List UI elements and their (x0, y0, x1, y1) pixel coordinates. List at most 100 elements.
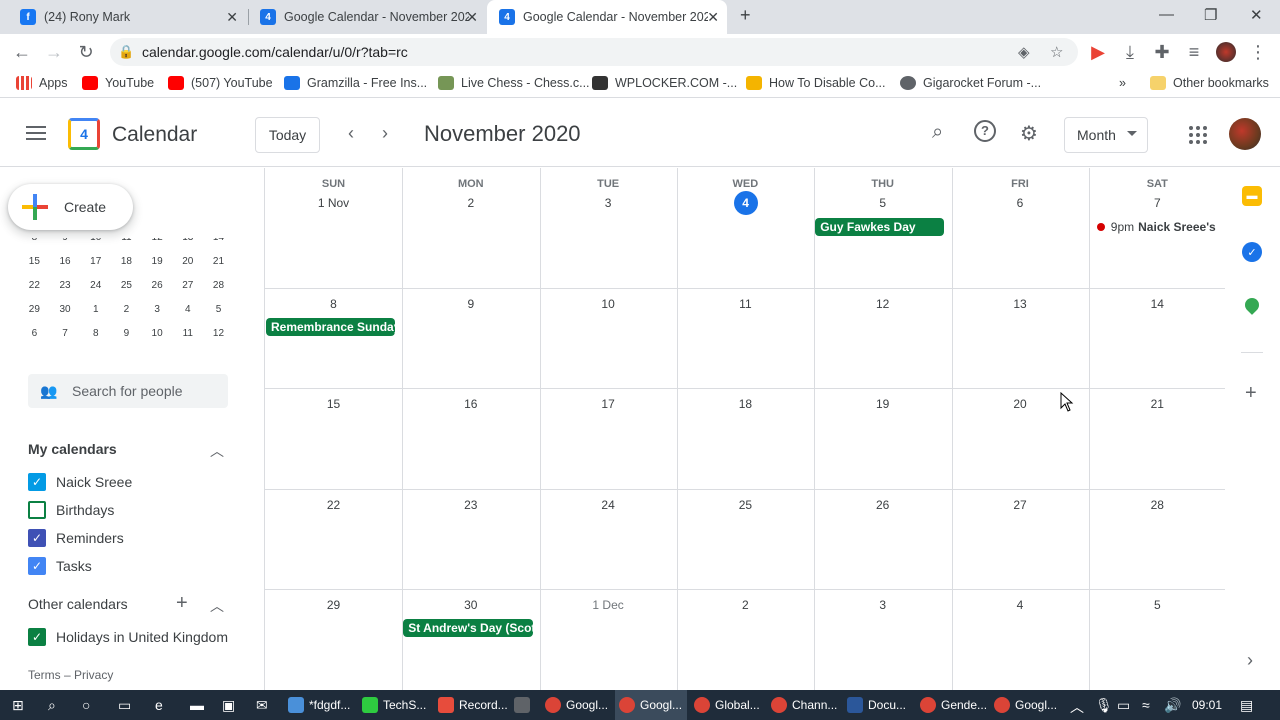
mini-day[interactable]: 11 (111, 238, 142, 250)
my-calendars-heading[interactable]: My calendars (28, 441, 117, 457)
taskbar-app[interactable]: Googl... (615, 690, 687, 720)
day-cell[interactable] (402, 168, 539, 288)
calendar-item-holidays-uk[interactable]: ✓ Holidays in United Kingdom (28, 628, 228, 646)
taskbar-app[interactable]: TechS... (358, 690, 432, 720)
notifications-icon[interactable]: ▤ (1240, 697, 1253, 714)
address-bar[interactable]: 🔒 calendar.google.com/calendar/u/0/r?tab… (110, 38, 1078, 66)
previous-month-icon[interactable]: ‹ (348, 123, 354, 144)
day-number[interactable]: 30 (402, 598, 539, 612)
mini-day[interactable]: 24 (80, 274, 111, 298)
view-selector[interactable]: Month (1064, 117, 1148, 153)
day-number[interactable]: 12 (814, 297, 951, 311)
battery-icon[interactable]: ▭ (1117, 697, 1130, 714)
install-icon[interactable]: ◈ (1018, 43, 1030, 61)
google-apps-icon[interactable] (1189, 126, 1207, 144)
bookmark-how-to-disable[interactable]: How To Disable Co... (746, 76, 886, 90)
checkbox-unchecked-icon[interactable] (28, 501, 46, 519)
taskbar-app[interactable]: Googl... (541, 690, 613, 720)
day-number[interactable]: 9 (402, 297, 539, 311)
mini-day[interactable]: 12 (203, 322, 234, 346)
event-chip[interactable]: Guy Fawkes Day (815, 218, 945, 236)
mini-day[interactable]: 14 (203, 238, 234, 250)
settings-gear-icon[interactable]: ⚙ (1020, 121, 1038, 146)
day-cell[interactable] (265, 168, 402, 288)
taskbar-app[interactable]: *fdgdf... (284, 690, 356, 720)
mini-day[interactable]: 22 (19, 274, 50, 298)
day-cell[interactable] (952, 168, 1089, 288)
tasks-icon[interactable]: ✓ (1242, 242, 1262, 262)
search-icon[interactable]: ⌕ (48, 697, 56, 714)
more-bookmarks-button[interactable]: » (1119, 76, 1126, 90)
mini-day[interactable]: 10 (80, 238, 111, 250)
mini-day[interactable]: 7 (50, 322, 81, 346)
day-number[interactable]: 21 (1089, 397, 1226, 411)
day-cell[interactable] (677, 168, 814, 288)
mini-day[interactable]: 30 (50, 298, 81, 322)
mini-day[interactable]: 19 (142, 250, 173, 274)
bookmark-chess[interactable]: Live Chess - Chess.c... (438, 76, 590, 90)
close-tab-icon[interactable]: ✕ (707, 9, 719, 26)
forward-icon[interactable]: → (44, 42, 64, 63)
star-icon[interactable]: ☆ (1050, 43, 1063, 61)
day-number[interactable]: 17 (540, 397, 677, 411)
other-bookmarks-folder[interactable]: Other bookmarks (1150, 76, 1269, 90)
mini-day[interactable]: 1 (80, 298, 111, 322)
mini-day[interactable]: 27 (172, 274, 203, 298)
bookmark-gramzilla[interactable]: Gramzilla - Free Ins... (284, 76, 427, 90)
mini-day[interactable]: 21 (203, 250, 234, 274)
mini-day[interactable]: 9 (50, 238, 81, 250)
search-icon[interactable]: ⌕ (932, 121, 943, 144)
taskbar-app[interactable]: Gende... (916, 690, 988, 720)
day-number[interactable]: 3 (540, 196, 677, 210)
minimize-icon[interactable]: — (1159, 6, 1174, 23)
create-button[interactable]: Create (8, 184, 133, 230)
clock[interactable]: 09:01 (1192, 698, 1222, 712)
day-number[interactable]: 6 (952, 196, 1089, 210)
day-number[interactable]: 10 (540, 297, 677, 311)
mini-day[interactable]: 16 (50, 250, 81, 274)
calendar-item-naick-sreee[interactable]: ✓ Naick Sreee (28, 473, 132, 491)
cortana-icon[interactable]: ○ (82, 697, 90, 713)
add-calendar-icon[interactable]: + (176, 592, 188, 615)
mini-day[interactable]: 23 (50, 274, 81, 298)
mini-day[interactable]: 28 (203, 274, 234, 298)
expand-panel-icon[interactable]: › (1247, 650, 1253, 671)
day-number[interactable]: 11 (677, 297, 814, 311)
day-number[interactable]: 13 (952, 297, 1089, 311)
windows-start-icon[interactable]: ⊞ (12, 697, 24, 714)
day-number[interactable]: 27 (952, 498, 1089, 512)
day-number[interactable]: 29 (265, 598, 402, 612)
mini-day[interactable]: 11 (172, 322, 203, 346)
bookmark-youtube[interactable]: YouTube (82, 76, 154, 90)
download-icon[interactable]: ⤓ (1120, 42, 1140, 63)
today-date-marker[interactable]: 4 (733, 191, 758, 215)
restore-icon[interactable]: ❐ (1204, 6, 1217, 24)
day-number[interactable]: 26 (814, 498, 951, 512)
day-number[interactable]: 8 (265, 297, 402, 311)
mini-day[interactable]: 29 (19, 298, 50, 322)
calendar-item-tasks[interactable]: ✓ Tasks (28, 557, 92, 575)
store-icon[interactable]: ▣ (222, 697, 235, 714)
other-calendars-heading[interactable]: Other calendars (28, 596, 128, 612)
mini-day[interactable]: 2 (111, 298, 142, 322)
bookmark-gigarocket[interactable]: Gigarocket Forum -... (900, 76, 1041, 90)
extension-icon[interactable]: ▶ (1088, 42, 1108, 63)
calendar-item-birthdays[interactable]: Birthdays (28, 501, 114, 519)
day-number[interactable]: 5 (1089, 598, 1226, 612)
day-number[interactable]: 7 (1089, 196, 1226, 210)
taskbar-app[interactable]: Googl... (990, 690, 1060, 720)
mini-day[interactable]: 12 (142, 238, 173, 250)
taskbar-app[interactable]: Global... (690, 690, 764, 720)
taskbar-app[interactable]: Docu... (843, 690, 913, 720)
profile-avatar[interactable] (1216, 42, 1236, 62)
day-number[interactable]: 3 (814, 598, 951, 612)
today-button[interactable]: Today (255, 117, 320, 153)
account-avatar[interactable] (1229, 118, 1261, 150)
day-number[interactable]: 1 Dec (540, 598, 677, 612)
puzzle-icon[interactable]: ✚ (1152, 42, 1172, 63)
new-tab-button[interactable]: + (740, 5, 751, 26)
edge-icon[interactable]: e (155, 697, 163, 713)
mini-day[interactable]: 20 (172, 250, 203, 274)
day-number[interactable]: 18 (677, 397, 814, 411)
day-number[interactable]: 23 (402, 498, 539, 512)
